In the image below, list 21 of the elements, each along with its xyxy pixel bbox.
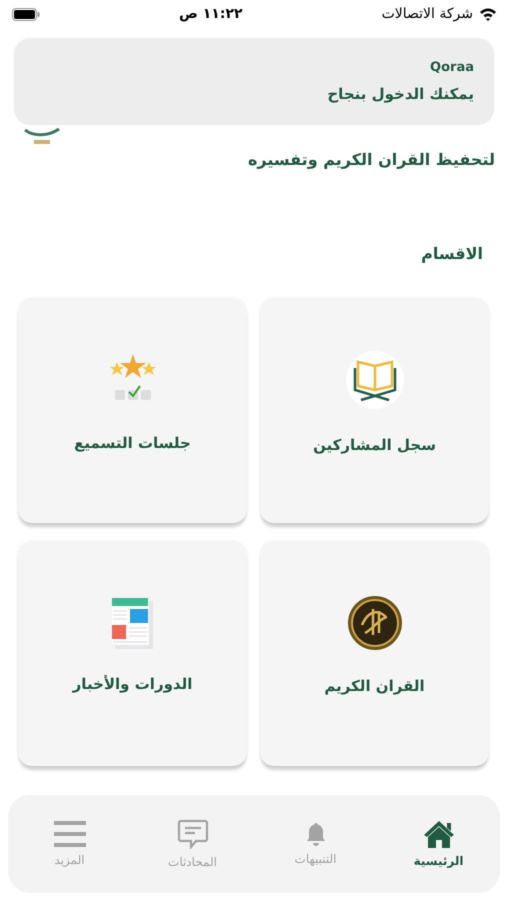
logo-icon (24, 128, 60, 144)
medallion-icon (346, 594, 402, 650)
section-card[interactable]: الدورات والأخبار (18, 541, 247, 766)
book-stand-icon (344, 350, 404, 410)
notification-message: يمكنك الدخول بنجاح (327, 85, 474, 103)
clock-time: ١١:٢٢ ص (179, 6, 243, 22)
section-title: الاقسام (421, 244, 483, 263)
bell-icon (306, 822, 326, 846)
section-card[interactable]: سجل المشاركين (260, 298, 489, 523)
wifi-icon (478, 7, 497, 21)
home-icon (422, 820, 454, 848)
menu-icon (54, 821, 86, 847)
battery-icon (12, 8, 40, 20)
welcome-text: لتحفيظ القران الكريم وتفسيره (248, 150, 495, 169)
section-card[interactable]: جلسات التسميع (18, 298, 247, 523)
notification-app-name: Qoraa (430, 60, 474, 75)
tab-item[interactable]: الرئيسية (394, 820, 484, 868)
carrier-name: شركة الاتصالات (382, 6, 473, 22)
newspaper-icon (110, 596, 154, 648)
chat-icon (176, 819, 208, 849)
section-card[interactable]: القران الكريم (260, 541, 489, 766)
